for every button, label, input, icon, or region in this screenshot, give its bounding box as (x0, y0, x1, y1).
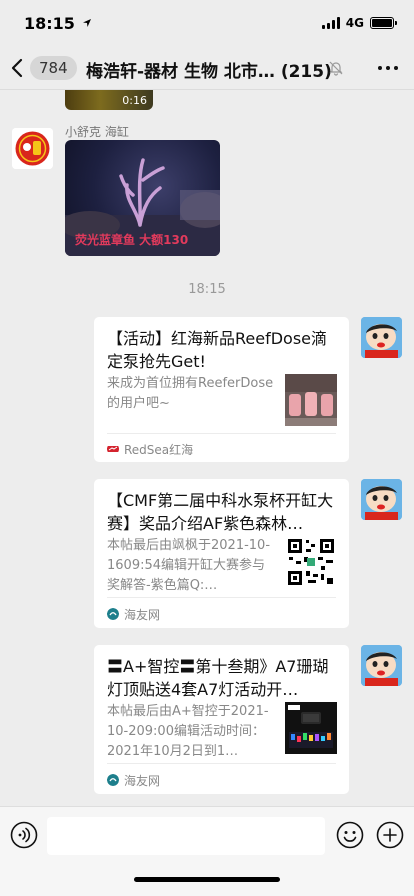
crayon-shin-chan-avatar (361, 479, 402, 520)
chat-header: 784 梅浩轩-器材 生物 北市… (215) (0, 46, 414, 90)
card-source: RedSea红海 (107, 441, 193, 457)
member-count: (215) (280, 62, 332, 82)
card-description: 本帖最后由A+智控于2021-10-209:00编辑活动时间：2021年10月2… (107, 704, 269, 759)
card-thumbnail (285, 536, 337, 588)
crayon-shin-chan-avatar (361, 317, 402, 358)
video-duration: 0:16 (122, 94, 147, 107)
card-source-name: RedSea红海 (124, 442, 194, 457)
link-card[interactable]: 〓A+智控〓第十叁期》A7珊瑚灯顶贴送4套A7灯活动开… 本帖最后由A+智控于2… (94, 645, 349, 794)
photo-caption: 荧光蓝章鱼 大额130 (75, 233, 189, 247)
chat-title-text: 梅浩轩-器材 生物 北市… (86, 62, 275, 82)
card-description: 来成为首位拥有ReeferDose的用户吧~ (107, 376, 274, 411)
haiyou-logo-icon (107, 774, 119, 786)
card-thumbnail (285, 374, 337, 426)
chat-messages[interactable]: 0:16 小舒克 海缸 荧光蓝章鱼 大额130 18:15 【活动】红海新品Re… (0, 90, 414, 806)
sender-name: 小舒克 海缸 (65, 125, 129, 139)
dot-icon (394, 66, 398, 70)
location-arrow-icon (83, 19, 91, 27)
card-divider (107, 597, 336, 598)
card-title: 【活动】红海新品ReefDose滴定泵抢先Get! (107, 329, 328, 371)
my-avatar[interactable] (361, 645, 402, 686)
my-avatar[interactable] (361, 317, 402, 358)
card-thumbnail (285, 702, 337, 754)
unread-badge: 784 (30, 56, 77, 80)
a7-light-product-image (285, 702, 337, 754)
card-title: 【CMF第二届中科水泵杯开缸大赛】奖品介绍AF紫色森林… (107, 491, 334, 533)
link-card[interactable]: 【CMF第二届中科水泵杯开缸大赛】奖品介绍AF紫色森林… 本帖最后由飒枫于202… (94, 479, 349, 628)
my-avatar[interactable] (361, 479, 402, 520)
network-type: 4G (345, 16, 364, 30)
dot-icon (386, 66, 390, 70)
home-indicator[interactable] (134, 877, 280, 882)
card-divider (107, 433, 336, 434)
card-title: 〓A+智控〓第十叁期》A7珊瑚灯顶贴送4套A7灯活动开… (107, 657, 329, 699)
battery-icon (370, 17, 397, 29)
card-source-name: 海友网 (124, 773, 161, 788)
message-input[interactable] (47, 817, 325, 855)
back-button[interactable]: 784 (10, 54, 77, 82)
haiyou-logo-icon (107, 608, 119, 620)
mute-bell-icon (329, 61, 343, 76)
sender-logo-icon (12, 128, 53, 169)
message-timestamp: 18:15 (188, 282, 226, 297)
card-divider (107, 763, 336, 764)
chevron-left-icon (11, 58, 23, 78)
card-source: 海友网 (107, 772, 160, 788)
crayon-shin-chan-avatar (361, 645, 402, 686)
status-time: 18:15 (24, 14, 75, 33)
reefdose-product-image (285, 374, 337, 426)
sender-avatar[interactable] (12, 128, 53, 169)
link-card[interactable]: 【活动】红海新品ReefDose滴定泵抢先Get! 来成为首位拥有ReeferD… (94, 317, 349, 462)
card-description: 本帖最后由飒枫于2021-10-1609:54编辑开缸大赛参与奖解答-紫色篇Q:… (107, 538, 271, 593)
qr-code-image (285, 536, 337, 588)
plus-icon[interactable] (376, 821, 404, 849)
photo-message[interactable]: 荧光蓝章鱼 大额130 (65, 140, 220, 256)
chat-title[interactable]: 梅浩轩-器材 生物 北市… (215) (86, 57, 338, 82)
message-input-bar (0, 806, 414, 896)
more-options-button[interactable] (378, 66, 398, 70)
video-message[interactable]: 0:16 (65, 90, 153, 110)
card-source-name: 海友网 (124, 607, 161, 622)
emoji-icon[interactable] (336, 821, 364, 849)
redsea-logo-icon (107, 446, 119, 452)
signal-icon (321, 17, 340, 29)
card-source: 海友网 (107, 606, 160, 622)
dot-icon (378, 66, 382, 70)
status-indicators: 4G (321, 15, 397, 31)
voice-icon[interactable] (10, 821, 38, 849)
status-bar: 18:15 4G (0, 0, 414, 46)
